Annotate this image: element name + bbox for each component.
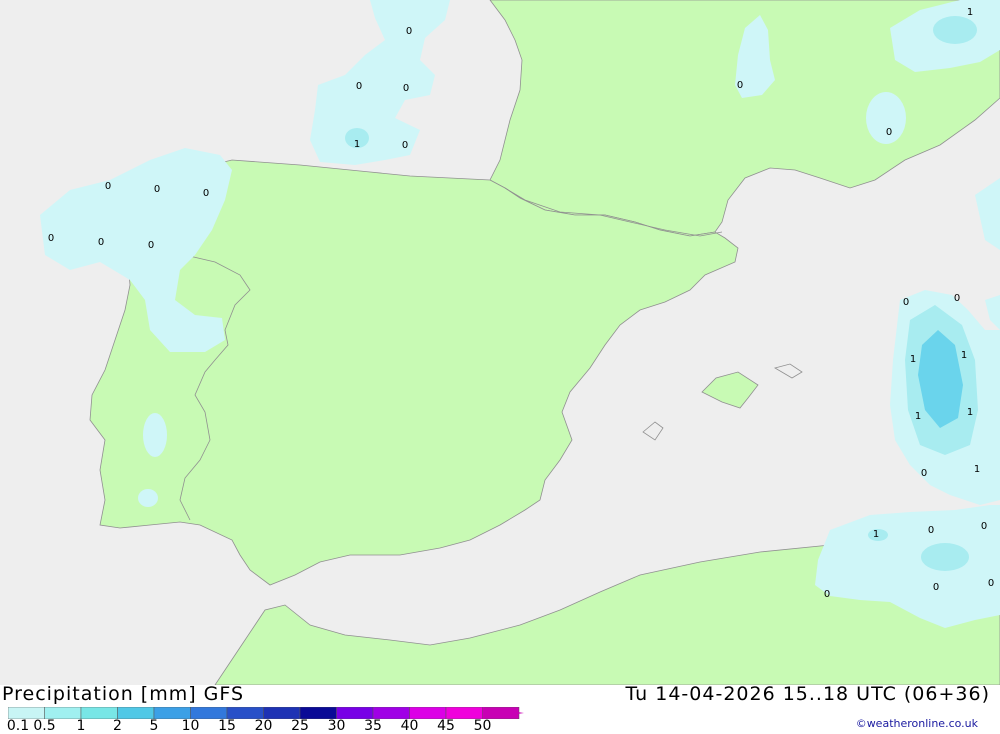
map-label: 0 — [928, 525, 934, 536]
precip-zone-portugal-a — [143, 413, 167, 457]
map-label: 1 — [967, 407, 973, 418]
map-label: 0 — [48, 233, 54, 244]
map-timestamp: Tu 14-04-2026 15..18 UTC (06+36) — [625, 683, 990, 705]
map-label: 0 — [981, 521, 987, 532]
precip-zone-portugal-b — [138, 489, 158, 507]
legend-tick-label: 5 — [149, 718, 159, 734]
legend-tick-label: 2 — [113, 718, 122, 734]
map-label: 0 — [403, 83, 409, 94]
credit-text: ©weatheronline.co.uk — [855, 717, 978, 730]
map-label: 0 — [148, 240, 154, 251]
map-label: 1 — [873, 529, 879, 540]
legend-tick-label: 0.5 — [33, 718, 56, 734]
map-label: 0 — [824, 589, 830, 600]
legend-tick-label: 35 — [364, 718, 382, 734]
map-label: 0 — [105, 181, 111, 192]
map-label: 1 — [915, 411, 921, 422]
legend-tick-label: 10 — [181, 718, 200, 734]
legend-tick-label: 40 — [400, 718, 419, 734]
legend-tick-label: 20 — [254, 718, 273, 734]
map-label: 0 — [886, 127, 892, 138]
map-label: 1 — [967, 7, 973, 18]
map-label: 0 — [921, 468, 927, 479]
map-label: 0 — [154, 184, 160, 195]
precip-zone-alps-core — [933, 16, 977, 44]
map-label: 0 — [954, 293, 960, 304]
legend-tick-label: 15 — [218, 718, 236, 734]
map-label: 0 — [406, 26, 412, 37]
map-label: 0 — [737, 80, 743, 91]
map-title: Precipitation [mm] GFS — [2, 683, 245, 705]
map-label: 0 — [356, 81, 362, 92]
legend-swatch — [117, 707, 155, 719]
map-label: 1 — [961, 350, 967, 361]
map-label: 1 — [974, 464, 980, 475]
legend-tick-label: 1 — [76, 718, 86, 734]
precip-zone-tunisia-core — [921, 543, 969, 571]
legend-tick-label: 45 — [437, 718, 455, 734]
map-label: 0 — [402, 140, 408, 151]
legend-tick-label: 25 — [291, 718, 309, 734]
legend-tick-label: 0.1 — [6, 718, 30, 734]
map-label: 1 — [910, 354, 916, 365]
map-label: 0 — [98, 237, 104, 248]
map-label: 0 — [203, 188, 209, 199]
map-label: 0 — [988, 578, 994, 589]
map-label: 1 — [354, 139, 360, 150]
precipitation-map: 0 0 0 1 0 0 0 0 0 0 0 0 0 1 0 0 1 1 1 1 … — [0, 0, 1000, 685]
map-label: 0 — [903, 297, 909, 308]
legend-swatch — [80, 707, 118, 719]
map-label: 0 — [933, 582, 939, 593]
legend-tick-label: 50 — [473, 718, 492, 734]
legend-tick-label: 30 — [327, 718, 346, 734]
